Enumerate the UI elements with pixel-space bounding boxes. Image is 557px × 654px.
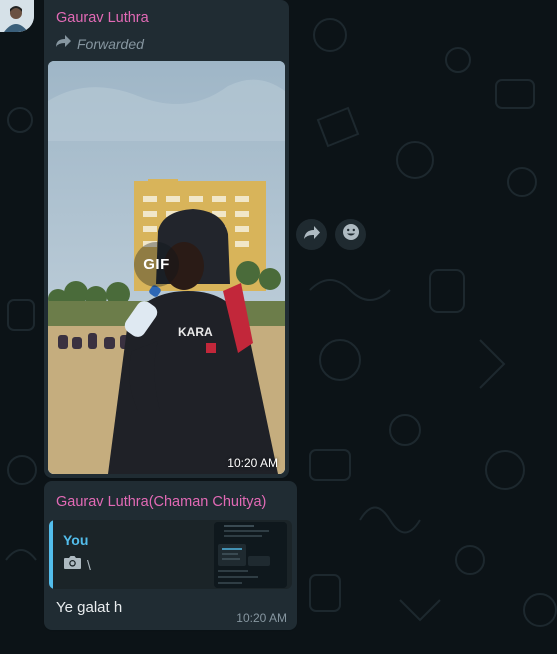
- sender-name[interactable]: Gaurav Luthra: [56, 10, 149, 26]
- quote-author: You: [63, 532, 89, 548]
- forwarded-indicator: Forwarded: [55, 34, 144, 53]
- message-time: 10:20 AM: [227, 456, 278, 470]
- forwarded-label: Forwarded: [77, 35, 144, 52]
- quoted-message[interactable]: You \: [49, 520, 292, 589]
- quote-text: \: [87, 557, 91, 573]
- quote-content: \: [63, 555, 91, 575]
- emoji-icon: [342, 223, 360, 246]
- gif-badge[interactable]: GIF: [134, 242, 179, 287]
- quote-accent-bar: [49, 520, 53, 589]
- forward-icon: [303, 225, 321, 245]
- avatar[interactable]: [0, 0, 34, 32]
- forward-button[interactable]: [296, 219, 327, 250]
- react-button[interactable]: [335, 219, 366, 250]
- quote-thumbnail: [214, 522, 287, 588]
- forward-arrow-icon: [55, 34, 72, 53]
- gif-media[interactable]: KARA GIF 10:20 AM: [48, 61, 285, 474]
- camera-icon: [63, 555, 82, 575]
- reply-message[interactable]: Gaurav Luthra(Chaman Chuitya) You \ Ye g…: [44, 481, 297, 630]
- message-text: Ye galat h: [56, 599, 123, 616]
- message-hover-actions: [296, 219, 366, 250]
- forwarded-gif-message[interactable]: Gaurav Luthra Forwarded KARA GIF 10:20 A…: [44, 0, 289, 478]
- sender-name[interactable]: Gaurav Luthra(Chaman Chuitya): [56, 494, 266, 510]
- svg-text:KARA: KARA: [178, 325, 213, 339]
- message-time: 10:20 AM: [236, 611, 287, 625]
